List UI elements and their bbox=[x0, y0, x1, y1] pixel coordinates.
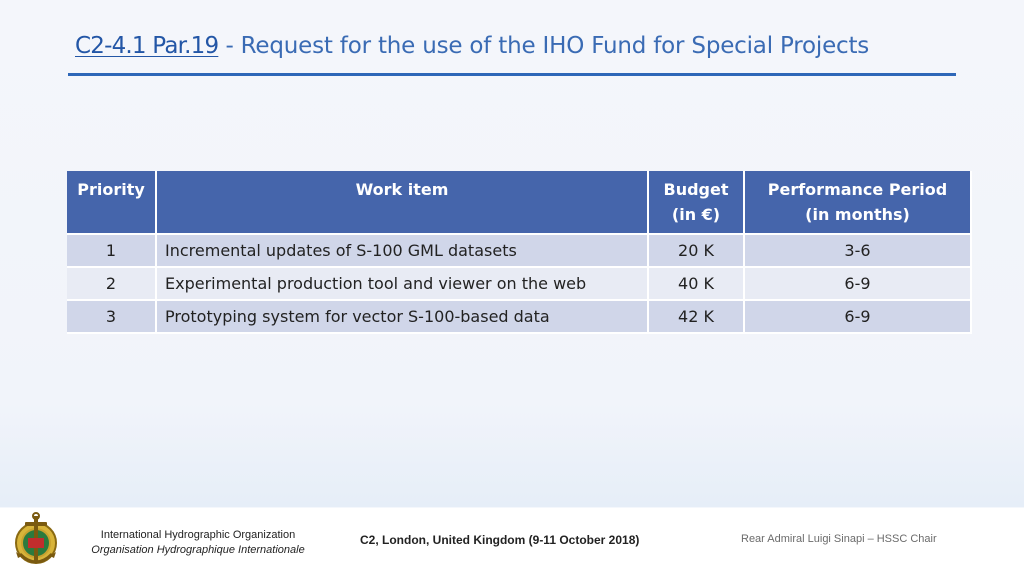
header-budget: Budget (in €) bbox=[648, 171, 745, 235]
cell-period: 6-9 bbox=[744, 300, 972, 334]
table-row: 2 Experimental production tool and viewe… bbox=[67, 267, 972, 301]
header-period-line1: Performance Period bbox=[767, 180, 948, 199]
slide-title-code: C2-4.1 Par.19 bbox=[75, 33, 219, 59]
table-row: 3 Prototyping system for vector S-100-ba… bbox=[67, 300, 972, 334]
organization-names: International Hydrographic Organization … bbox=[78, 528, 318, 558]
iho-anchor-emblem-icon bbox=[15, 512, 57, 564]
header-work-item: Work item bbox=[156, 171, 649, 235]
cell-priority: 2 bbox=[67, 267, 157, 301]
table-row: 1 Incremental updates of S-100 GML datas… bbox=[67, 234, 972, 268]
slide-title: C2-4.1 Par.19 - Request for the use of t… bbox=[75, 33, 975, 59]
cell-priority: 3 bbox=[67, 300, 157, 334]
slide: C2-4.1 Par.19 - Request for the use of t… bbox=[0, 0, 1024, 576]
cell-period: 6-9 bbox=[744, 267, 972, 301]
cell-priority: 1 bbox=[67, 234, 157, 268]
cell-work-item: Incremental updates of S-100 GML dataset… bbox=[156, 234, 649, 268]
cell-period: 3-6 bbox=[744, 234, 972, 268]
cell-work-item: Prototyping system for vector S-100-base… bbox=[156, 300, 649, 334]
event-info: C2, London, United Kingdom (9-11 October… bbox=[360, 533, 640, 547]
presenter-info: Rear Admiral Luigi Sinapi – HSSC Chair bbox=[741, 533, 937, 545]
cell-budget: 20 K bbox=[648, 234, 745, 268]
header-budget-line2: (in €) bbox=[671, 205, 721, 224]
table-header-row: Priority Work item Budget (in €) Performa… bbox=[67, 171, 972, 235]
title-underline-rule bbox=[68, 73, 956, 76]
cell-budget: 42 K bbox=[648, 300, 745, 334]
slide-title-separator: - bbox=[218, 33, 241, 59]
slide-title-text: Request for the use of the IHO Fund for … bbox=[240, 33, 870, 59]
header-budget-line1: Budget bbox=[663, 180, 729, 199]
org-name-english: International Hydrographic Organization bbox=[100, 529, 296, 541]
cell-budget: 40 K bbox=[648, 267, 745, 301]
cell-work-item: Experimental production tool and viewer … bbox=[156, 267, 649, 301]
budget-table: Priority Work item Budget (in €) Performa… bbox=[67, 171, 972, 334]
org-name-french: Organisation Hydrographique Internationa… bbox=[91, 544, 305, 556]
header-period-line2: (in months) bbox=[805, 205, 910, 224]
header-performance-period: Performance Period (in months) bbox=[744, 171, 972, 235]
slide-footer: International Hydrographic Organization … bbox=[0, 508, 1024, 576]
header-priority: Priority bbox=[67, 171, 157, 235]
